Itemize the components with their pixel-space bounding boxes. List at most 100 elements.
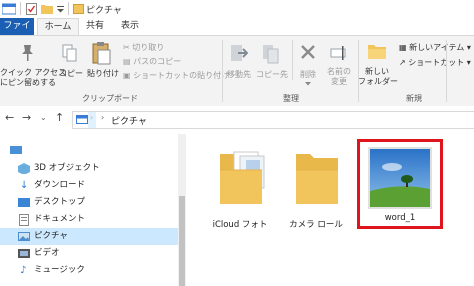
music-icon: ♪ bbox=[20, 265, 27, 276]
easy-access-button[interactable]: ↗ ショートカット ▾ bbox=[399, 57, 471, 68]
new-folder-label-line2: フォルダー bbox=[358, 77, 398, 86]
breadcrumb-current[interactable]: ピクチャ bbox=[111, 114, 147, 127]
organize-group-label: 整理 bbox=[283, 94, 299, 103]
nav-item-pictures[interactable]: ピクチャ bbox=[0, 228, 180, 245]
rename-label-line2: 変更 bbox=[331, 77, 347, 86]
title-bar: ピクチャ bbox=[0, 0, 474, 18]
folder-icon bbox=[296, 154, 338, 204]
nav-item-label: 3D オブジェクト bbox=[34, 163, 100, 173]
new-item-label: 新しいアイテム bbox=[409, 43, 465, 52]
paste-shortcut-icon: ▣ bbox=[123, 71, 131, 80]
this-pc-icon bbox=[10, 146, 22, 154]
pin-label-line2: にピン留めする bbox=[0, 78, 56, 87]
new-item-icon: ▦ bbox=[399, 43, 407, 52]
new-item-button[interactable]: ▦ 新しいアイテム ▾ bbox=[399, 42, 471, 53]
group-divider bbox=[222, 40, 223, 102]
folder-item[interactable]: iCloud フォト bbox=[208, 142, 272, 232]
file-name: iCloud フォト bbox=[212, 220, 268, 230]
nav-pane-scrollbar[interactable] bbox=[178, 134, 186, 286]
shortcut-dropdown-icon: ▾ bbox=[466, 58, 471, 67]
folder-with-files-icon bbox=[220, 151, 265, 204]
breadcrumb-chevron-icon[interactable]: › bbox=[101, 113, 104, 122]
nav-item-desktop[interactable]: デスクトップ bbox=[0, 194, 180, 211]
image-thumbnail bbox=[368, 147, 432, 209]
nav-item-videos[interactable]: ビデオ bbox=[0, 245, 180, 262]
paste-shortcut-button[interactable]: ▣ ショートカットの貼り付け bbox=[123, 70, 229, 81]
nav-item-downloads[interactable]: ↓ ダウンロード bbox=[0, 177, 180, 194]
nav-item-label: ピクチャ bbox=[34, 231, 68, 241]
delete-button[interactable]: 削除 bbox=[294, 70, 322, 80]
new-group-label: 新規 bbox=[406, 94, 422, 103]
tab-view[interactable]: 表示 bbox=[115, 18, 145, 35]
folder-item[interactable]: カメラ ロール bbox=[284, 142, 348, 232]
window-title-icon bbox=[73, 4, 84, 14]
document-icon bbox=[19, 214, 29, 226]
copy-button[interactable]: コピー bbox=[56, 69, 86, 79]
ribbon: クイック アクセス にピン留めする コピー 貼り付け ✂ 切り取り ▤ パスのコ… bbox=[0, 35, 474, 107]
new-folder-icon bbox=[368, 45, 386, 59]
3d-objects-icon bbox=[18, 163, 30, 174]
desktop-icon bbox=[18, 198, 30, 207]
group-divider bbox=[446, 40, 447, 102]
copy-icon bbox=[62, 44, 77, 62]
clipboard-group-label: クリップボード bbox=[82, 94, 138, 103]
back-arrow-icon[interactable]: ← bbox=[5, 111, 14, 124]
delete-dropdown-icon[interactable] bbox=[305, 82, 311, 86]
tab-home[interactable]: ホーム bbox=[37, 18, 79, 35]
recent-locations-icon[interactable]: ⌄ bbox=[40, 113, 47, 122]
new-folder-button[interactable]: 新しい フォルダー bbox=[358, 67, 398, 87]
paste-icon bbox=[92, 42, 111, 65]
move-to-button[interactable]: 移動先 bbox=[224, 70, 254, 80]
window-title: ピクチャ bbox=[86, 6, 122, 16]
rename-icon bbox=[330, 46, 346, 60]
nav-item-3d-objects[interactable]: 3D オブジェクト bbox=[0, 160, 180, 177]
copy-path-label: パスのコピー bbox=[133, 57, 182, 66]
new-folder-label-line1: 新しい bbox=[365, 67, 389, 76]
shortcut-icon: ↗ bbox=[399, 58, 406, 67]
nav-item-label: ビデオ bbox=[34, 248, 60, 258]
pictures-icon bbox=[18, 232, 30, 241]
file-name: word_1 bbox=[384, 213, 416, 223]
group-divider-inner bbox=[292, 40, 293, 80]
cut-label: 切り取り bbox=[132, 43, 165, 52]
new-item-dropdown-icon: ▾ bbox=[466, 43, 471, 52]
new-folder-quick-icon[interactable] bbox=[41, 3, 53, 14]
nav-item-documents[interactable]: ドキュメント bbox=[0, 211, 180, 228]
delete-icon bbox=[301, 45, 315, 59]
tab-file[interactable]: ファイル bbox=[0, 18, 34, 48]
copy-to-button[interactable]: コピー先 bbox=[255, 70, 289, 80]
scrollbar-thumb[interactable] bbox=[179, 196, 185, 286]
paste-shortcut-label: ショートカットの貼り付け bbox=[133, 71, 230, 80]
explorer-window-icon bbox=[2, 3, 16, 15]
properties-icon[interactable] bbox=[26, 3, 37, 15]
video-icon bbox=[18, 249, 30, 258]
copy-path-button[interactable]: ▤ パスのコピー bbox=[123, 56, 181, 67]
pin-label-line1: クイック アクセス bbox=[0, 68, 67, 77]
nav-item-music[interactable]: ♪ ミュージック bbox=[0, 262, 180, 279]
scissors-icon: ✂ bbox=[123, 43, 130, 52]
rename-label-line1: 名前の bbox=[327, 67, 351, 76]
nav-item-label: ミュージック bbox=[34, 265, 85, 275]
move-to-icon bbox=[231, 45, 248, 61]
cut-button[interactable]: ✂ 切り取り bbox=[123, 42, 164, 53]
address-location-icon bbox=[76, 115, 88, 124]
selected-image-item[interactable]: word_1 bbox=[357, 139, 443, 229]
address-bar[interactable]: › › ピクチャ bbox=[72, 111, 474, 129]
nav-item-label: デスクトップ bbox=[34, 197, 86, 207]
up-arrow-icon[interactable]: ↑ bbox=[55, 111, 64, 124]
download-icon: ↓ bbox=[20, 180, 29, 191]
quick-access-dropdown-icon[interactable] bbox=[57, 6, 65, 13]
pin-icon bbox=[22, 45, 33, 61]
ribbon-tabs: ファイル ホーム 共有 表示 bbox=[0, 18, 474, 48]
copy-to-icon bbox=[263, 45, 279, 64]
paste-button[interactable]: 貼り付け bbox=[86, 69, 120, 79]
nav-item-label: ダウンロード bbox=[34, 180, 86, 190]
copy-path-icon: ▤ bbox=[123, 57, 131, 66]
rename-button[interactable]: 名前の 変更 bbox=[324, 67, 354, 87]
tab-share[interactable]: 共有 bbox=[80, 18, 110, 35]
breadcrumb-chevron-highlight bbox=[88, 112, 96, 128]
shortcut-label: ショートカット bbox=[408, 58, 465, 67]
pin-quick-access-button[interactable]: クイック アクセス にピン留めする bbox=[0, 68, 67, 88]
forward-arrow-icon[interactable]: → bbox=[22, 111, 31, 124]
navigation-pane: 3D オブジェクト ↓ ダウンロード デスクトップ ドキュメント ピクチャ ビデ… bbox=[0, 134, 188, 286]
